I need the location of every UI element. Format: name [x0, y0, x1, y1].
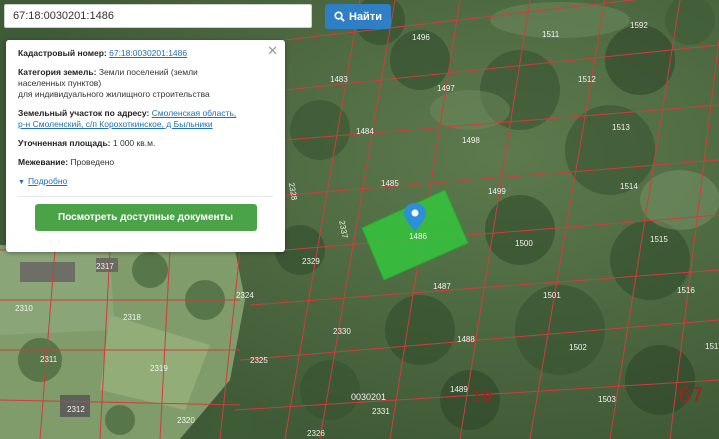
plot-label: 1503 [598, 395, 616, 404]
plot-label: 1487 [433, 282, 451, 291]
building [20, 262, 75, 282]
address-label: Земельный участок по адресу: [18, 108, 150, 118]
plot-label: 1488 [457, 335, 475, 344]
category-value: Земли поселений (земли [98, 67, 198, 77]
area-label: Уточненная площадь: [18, 138, 111, 148]
plot-label: 2310 [15, 304, 33, 313]
plot-label: 2312 [67, 405, 85, 414]
plot-label: 2331 [372, 407, 390, 416]
area-value: 1 000 кв.м. [112, 138, 156, 148]
plot-label: 2325 [250, 356, 268, 365]
plot-label: 1517 [705, 342, 719, 351]
search-button-label: Найти [349, 10, 382, 23]
plot-label: 1489 [450, 385, 468, 394]
plot-label: 2311 [40, 355, 58, 364]
plot-label: 2318 [123, 313, 141, 322]
plot-label: 1511 [542, 30, 560, 39]
address-link[interactable]: р-н Смоленский, с/п Корохоткинское, д Бы… [18, 119, 213, 129]
plot-label: 1496 [412, 33, 430, 42]
plot-label: 2317 [96, 262, 114, 271]
survey-row: Межевание: Проведено [18, 157, 273, 168]
details-row: ▼ Подробно [18, 176, 273, 188]
triangle-down-icon[interactable]: ▼ [18, 179, 25, 186]
details-link[interactable]: Подробно [28, 176, 67, 186]
plot-label: 1501 [543, 291, 561, 300]
category-row: Категория земель: Земли поселений (земли… [18, 67, 273, 100]
marker-label: 1486 [409, 232, 427, 241]
plot-label: 1513 [612, 123, 630, 132]
survey-value: Проведено [70, 157, 115, 167]
address-row: Земельный участок по адресу: Смоленская … [18, 108, 273, 130]
parcel-info-card: ✕ Кадастровый номер: 67:18:0030201:1486 … [6, 40, 285, 252]
category-label: Категория земель: [18, 67, 97, 77]
plot-label: 1512 [578, 75, 596, 84]
plot-label: 1515 [650, 235, 668, 244]
plot-label: 1516 [677, 286, 695, 295]
plot-label: 1498 [462, 136, 480, 145]
divider [18, 196, 273, 197]
cadastral-number-link[interactable]: 67:18:0030201:1486 [109, 48, 187, 58]
plot-label: 1592 [630, 21, 648, 30]
plot-label: 1497 [437, 84, 455, 93]
plot-label: 1499 [488, 187, 506, 196]
block-label: 0030201 [351, 392, 386, 402]
plot-label: 2319 [150, 364, 168, 373]
plot-label: 2326 [307, 429, 325, 438]
plot-label: 1484 [356, 127, 374, 136]
plot-label: 2324 [236, 291, 254, 300]
search-input[interactable] [4, 4, 312, 28]
close-icon[interactable]: ✕ [267, 44, 278, 57]
view-documents-button[interactable]: Посмотреть доступные документы [34, 204, 257, 231]
search-icon [334, 11, 345, 22]
plot-label: 1500 [515, 239, 533, 248]
cadastral-row: Кадастровый номер: 67:18:0030201:1486 [18, 48, 273, 59]
sheet-label: 18 [472, 387, 492, 406]
search-button[interactable]: Найти [325, 4, 391, 29]
cadastral-label: Кадастровый номер: [18, 48, 107, 58]
plot-label: 1514 [620, 182, 638, 191]
category-value: для индивидуального жилищного строительс… [18, 89, 210, 99]
area-row: Уточненная площадь: 1 000 кв.м. [18, 138, 273, 149]
plot-label: 2329 [302, 257, 320, 266]
sheet-label: 67 [678, 383, 703, 407]
address-link[interactable]: Смоленская область, [152, 108, 237, 118]
plot-label: 2330 [333, 327, 351, 336]
plot-label: 2320 [177, 416, 195, 425]
category-value: населенных пунктов) [18, 78, 102, 88]
plot-label: 1483 [330, 75, 348, 84]
plot-label: 1502 [569, 343, 587, 352]
survey-label: Межевание: [18, 157, 69, 167]
plot-label: 1485 [381, 179, 399, 188]
